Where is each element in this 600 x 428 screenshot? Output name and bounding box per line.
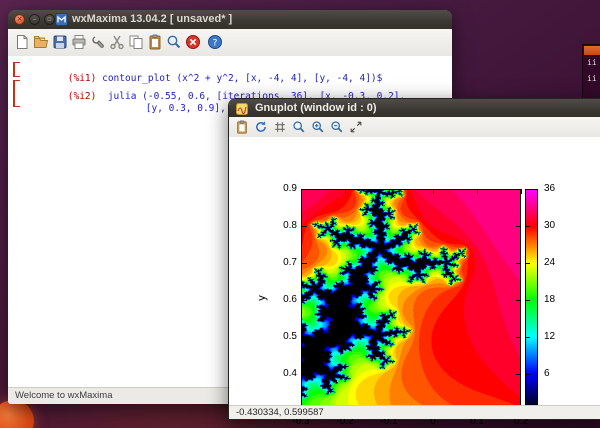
gnuplot-window-title: Gnuplot (window id : 0) [255,99,377,117]
maximize-button[interactable]: ▫ [44,14,55,25]
copy-to-clipboard-icon[interactable] [235,120,249,134]
toggle-grid-icon[interactable] [273,120,287,134]
y-tick-label: 0.6 [267,294,297,305]
cell-bracket[interactable] [13,80,20,107]
colorbar-tick-label: 18 [544,294,555,305]
zoom-out-icon[interactable] [330,120,344,134]
minimize-button[interactable]: – [29,14,40,25]
colorbar-tick-label: 30 [544,220,555,231]
autoscale-icon[interactable] [349,120,363,134]
open-file-icon[interactable] [33,34,49,50]
new-document-icon[interactable] [14,34,30,50]
colorbar-tick-label: 6 [544,368,550,379]
julia-fractal-canvas[interactable] [301,189,521,411]
coordinate-readout: -0.430334, 0.599587 [236,407,324,418]
colorbar-tick-marks [526,189,530,412]
copy-icon[interactable] [128,34,144,50]
print-icon[interactable] [71,34,87,50]
input-label: (%i2) [68,91,97,102]
colorbar-tick-label: 36 [544,183,555,194]
close-button[interactable]: × [14,14,25,25]
gnuplot-toolbar [229,117,600,138]
help-icon[interactable]: ? [207,34,223,50]
paste-icon[interactable] [147,34,163,50]
terminal-window-fragment[interactable]: ii ii [582,44,600,100]
y-tick-label: 0.8 [267,220,297,231]
terminal-text-fragment: ii [587,58,597,67]
zoom-icon[interactable] [166,34,182,50]
terminal-text-fragment: ii [587,74,597,83]
wxmaxima-titlebar[interactable]: × – ▫ wxMaxima 13.04.2 [ unsaved* ] [8,10,452,30]
cut-icon[interactable] [109,34,125,50]
gnuplot-window: Gnuplot (window id : 0) 0.9 0.8 0.7 0.6 … [228,98,600,420]
ubuntu-logo [0,400,34,428]
cell-bracket[interactable] [13,62,20,77]
zoom-icon[interactable] [292,120,306,134]
wxmaxima-toolbar: ? [8,29,452,57]
wxmaxima-window-title: wxMaxima 13.04.2 [ unsaved* ] [72,10,232,29]
configure-icon[interactable] [90,34,106,50]
gnuplot-window-icon [236,102,248,114]
wxmaxima-window-icon [55,13,68,26]
y-tick-label: 0.7 [267,257,297,268]
status-text: Welcome to wxMaxima [15,390,113,401]
y-tick-label: 0.5 [267,331,297,342]
colorbar-tick-label: 24 [544,257,555,268]
svg-text:?: ? [213,39,218,49]
y-tick-label: 0.9 [267,183,297,194]
terminal-titlebar-fragment [584,46,600,55]
colorbar-tick-label: 12 [544,331,555,342]
y-tick-label: 0.4 [267,368,297,379]
plot-area: 0.9 0.8 0.7 0.6 0.5 0.4 0.3 -0.3 -0.2 -0… [229,137,600,406]
replot-icon[interactable] [254,120,268,134]
desktop-background: ii ii × – ▫ wxMaxima 13.04.2 [ unsaved* … [0,0,600,428]
save-icon[interactable] [52,34,68,50]
interrupt-icon[interactable] [185,34,201,50]
gnuplot-titlebar[interactable]: Gnuplot (window id : 0) [229,99,600,118]
gnuplot-statusbar: -0.430334, 0.599587 [229,405,600,419]
y-axis-label: y [256,295,268,301]
zoom-in-icon[interactable] [311,120,325,134]
